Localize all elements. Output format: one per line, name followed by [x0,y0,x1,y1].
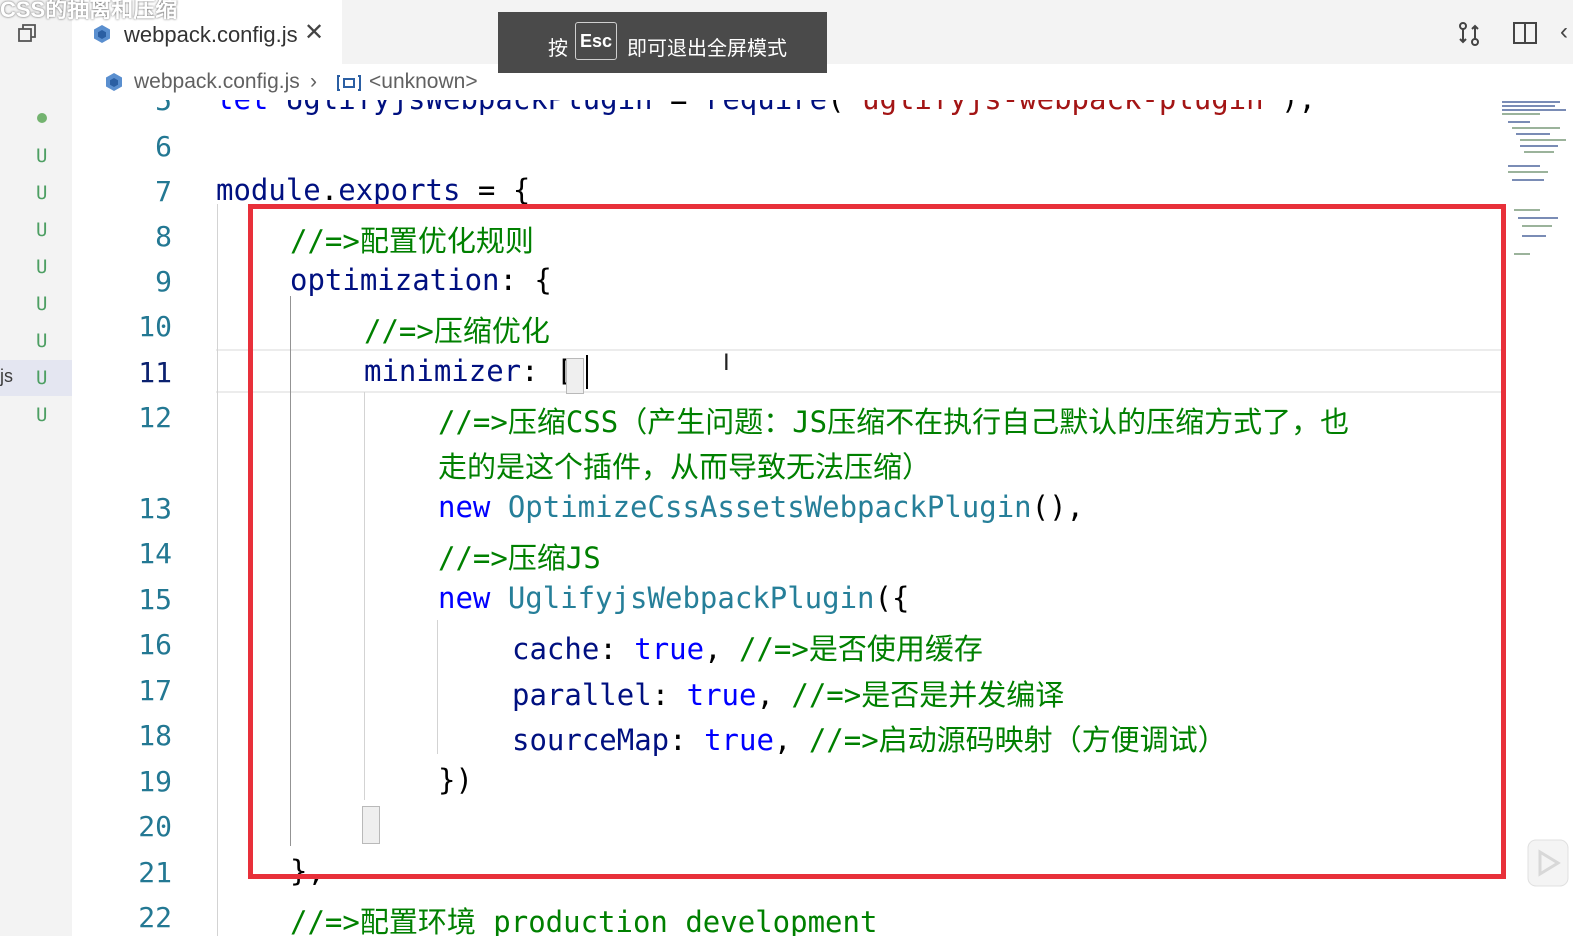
minimap[interactable] [1500,100,1573,300]
line-number: 21 [138,856,172,889]
line-number: 13 [138,492,172,525]
line-number: 12 [138,401,172,434]
code-line[interactable]: module.exports = { [216,173,530,207]
line-number: 11 [138,356,172,389]
line-number: 17 [138,674,172,707]
line-number: 6 [155,130,172,163]
indent-guide [217,204,218,936]
scm-untracked-marker: U [36,219,48,241]
exit-fullscreen-toast: 按 Esc 即可退出全屏模式 [498,12,827,73]
close-icon[interactable]: ✕ [304,18,324,47]
breadcrumb-symbol[interactable]: <unknown> [369,70,478,94]
scm-untracked-marker: U [36,293,48,315]
line-number: 5 [155,100,172,117]
compare-changes-icon[interactable] [1455,20,1483,48]
code-token-punc: ( [827,100,844,116]
code-line[interactable]: let UglifyjsWebpackPlugin = require('ugl… [216,100,1316,116]
breadcrumb-file[interactable]: webpack.config.js [134,70,300,94]
code-token-string: 'uglifyjs-webpack-plugin' [845,100,1282,116]
scm-untracked-marker: U [36,145,48,167]
line-number: 14 [138,537,172,570]
highlight-annotation-box [248,204,1506,879]
code-token-plain: exports [338,173,478,207]
code-token-plain: module [216,173,321,207]
line-number: 10 [138,310,172,343]
chevron-right-icon: › [310,70,317,93]
toast-prefix: 按 [548,38,568,60]
code-token-punc: . [320,173,339,207]
code-token-plain: require [705,100,827,116]
play-icon[interactable] [1520,830,1570,890]
code-token-comment: //=>配置环境 production development [290,905,878,936]
line-number: 9 [155,265,172,298]
esc-key-badge: Esc [575,22,617,60]
line-number: 19 [138,765,172,798]
toast-message: 即可退出全屏模式 [627,38,787,60]
code-token-punc: ); [1281,100,1316,116]
line-number: 18 [138,719,172,752]
scm-untracked-marker: U [36,182,48,204]
code-token-plain: UglifyjsWebpackPlugin [286,100,670,116]
tab-label: webpack.config.js [124,22,298,47]
code-token-kw: let [216,100,286,116]
scm-untracked-marker: U [36,404,48,426]
line-number: 7 [155,175,172,208]
line-number: 20 [138,810,172,843]
line-number: 16 [138,628,172,661]
video-title: CSS的抽离和压缩 [0,0,178,22]
git-modified-dot-icon [37,113,47,123]
scm-untracked-marker: U [36,256,48,278]
activity-strip: js U U U U U U U U [0,0,72,936]
file-name-fragment[interactable]: js [0,366,13,387]
more-actions-icon[interactable]: ‹ [1560,18,1568,46]
code-line[interactable]: //=>配置环境 production development [290,899,877,936]
symbol-variable-icon [337,75,361,91]
line-number: 15 [138,583,172,616]
code-token-punc: = { [477,173,531,207]
restore-window-icon[interactable] [16,22,38,44]
scm-untracked-marker: U [36,330,48,352]
code-token-punc: = [670,100,705,116]
line-number: 8 [155,220,172,253]
split-editor-icon[interactable] [1512,20,1538,46]
line-number: 22 [138,901,172,934]
webpack-file-icon [94,25,110,43]
webpack-file-icon [106,73,122,91]
scm-untracked-marker: U [36,367,48,389]
